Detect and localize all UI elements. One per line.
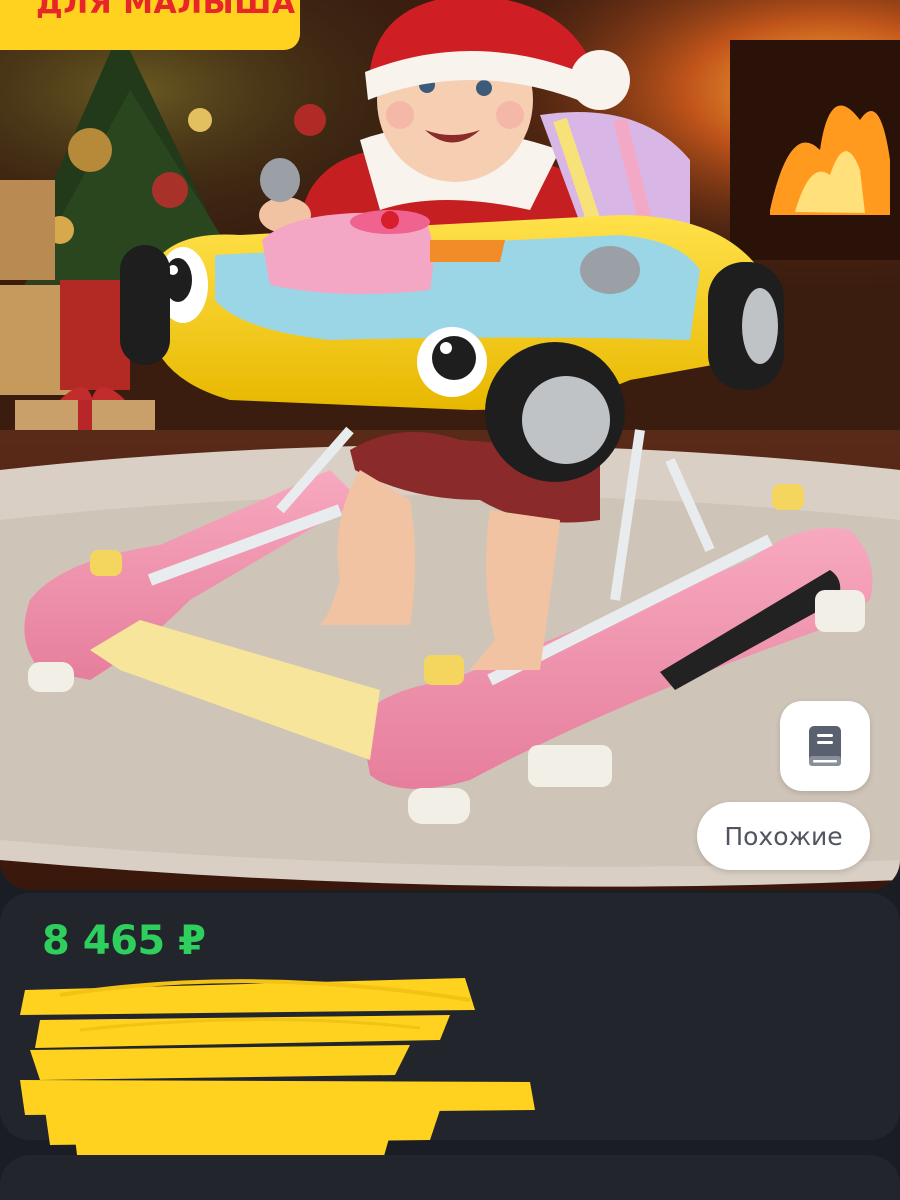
product-image bbox=[0, 0, 900, 890]
similar-button[interactable]: Похожие bbox=[697, 802, 870, 870]
book-button[interactable] bbox=[780, 701, 870, 791]
product-page: ДЛЯ МАЛЫША Похожие 8 465 ₽ bbox=[0, 0, 900, 1200]
similar-label: Похожие bbox=[724, 821, 843, 851]
product-photo[interactable]: ДЛЯ МАЛЫША Похожие bbox=[0, 0, 900, 890]
product-price: 8 465 ₽ bbox=[42, 918, 206, 964]
promo-banner-text: ДЛЯ МАЛЫША bbox=[36, 0, 296, 21]
next-card[interactable] bbox=[0, 1155, 900, 1200]
book-icon bbox=[805, 724, 845, 768]
promo-banner: ДЛЯ МАЛЫША bbox=[0, 0, 300, 50]
